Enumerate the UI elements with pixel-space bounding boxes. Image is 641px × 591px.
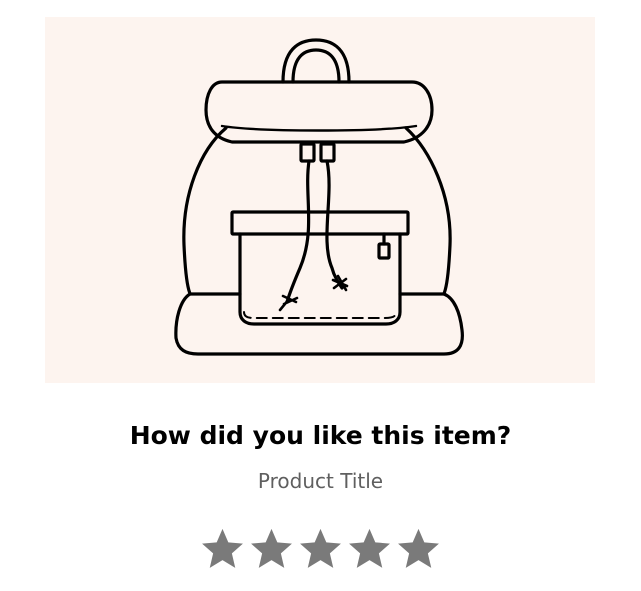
star-icon[interactable] bbox=[298, 526, 343, 571]
backpack-icon bbox=[174, 38, 464, 356]
star-icon[interactable] bbox=[396, 526, 441, 571]
product-image bbox=[45, 17, 595, 383]
star-icon[interactable] bbox=[249, 526, 294, 571]
review-question: How did you like this item? bbox=[129, 421, 512, 450]
star-icon[interactable] bbox=[347, 526, 392, 571]
product-title: Product Title bbox=[257, 469, 384, 493]
review-card: How did you like this item? Product Titl… bbox=[0, 0, 641, 591]
star-rating[interactable] bbox=[0, 526, 641, 571]
star-icon[interactable] bbox=[200, 526, 245, 571]
